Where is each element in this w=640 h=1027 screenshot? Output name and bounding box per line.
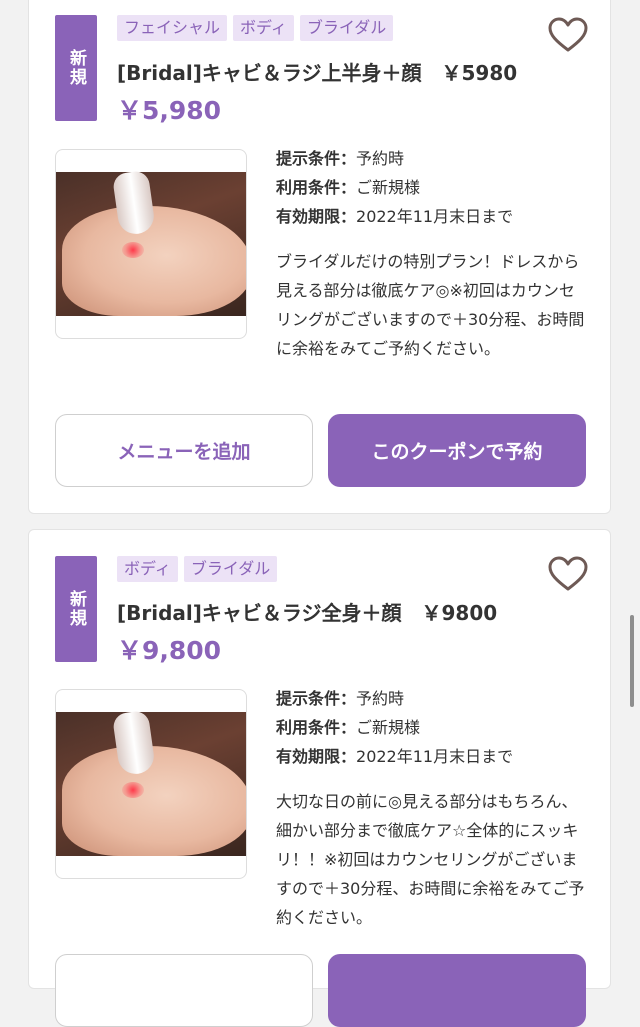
tag-list: ボディ ブライダル: [117, 556, 278, 582]
tag-body: ボディ: [117, 556, 178, 582]
coupon-card: 新規 ボディ ブライダル [Bridal]キャビ＆ラジ全身＋顔 ￥9800 ￥9…: [28, 529, 611, 1027]
new-badge: 新規: [55, 556, 97, 662]
tag-list: フェイシャル ボディ ブライダル: [117, 15, 394, 41]
condition-row: 利用条件：ご新規様: [276, 718, 421, 737]
condition-row: 提示条件：予約時: [276, 149, 405, 168]
tag-facial: フェイシャル: [117, 15, 228, 41]
reserve-coupon-button[interactable]: このクーポンで予約: [328, 414, 586, 487]
coupon-description: ブライダルだけの特別プラン！ドレスから見える部分は徹底ケア◎※初回はカウンセリン…: [276, 252, 585, 358]
add-menu-button[interactable]: [55, 954, 313, 1027]
condition-row: 有効期限：2022年11月末日まで: [276, 207, 514, 226]
condition-row: 有効期限：2022年11月末日まで: [276, 747, 514, 766]
coupon-title: [Bridal]キャビ＆ラジ全身＋顔 ￥9800: [117, 601, 498, 625]
tag-body: ボディ: [233, 15, 294, 41]
new-badge: 新規: [55, 15, 97, 121]
photo-background: [56, 709, 246, 856]
coupon-photo: [55, 689, 247, 879]
coupon-photo: [55, 149, 247, 339]
add-menu-button[interactable]: メニューを追加: [55, 414, 313, 487]
photo-light: [122, 242, 144, 258]
tag-bridal: ブライダル: [183, 556, 278, 582]
coupon-price: ￥5,980: [117, 96, 222, 125]
coupon-price: ￥9,800: [117, 636, 222, 665]
coupon-title: [Bridal]キャビ＆ラジ上半身＋顔 ￥5980: [117, 61, 518, 85]
photo-skin: [62, 746, 246, 856]
condition-row: 提示条件：予約時: [276, 689, 405, 708]
coupon-card: 新規 フェイシャル ボディ ブライダル [Bridal]キャビ＆ラジ上半身＋顔 …: [28, 0, 611, 514]
tag-bridal: ブライダル: [299, 15, 394, 41]
coupon-conditions: 提示条件：予約時 利用条件：ご新規様 有効期限：2022年11月末日まで: [276, 144, 513, 231]
coupon-conditions: 提示条件：予約時 利用条件：ご新規様 有効期限：2022年11月末日まで: [276, 684, 513, 771]
coupon-description: 大切な日の前に◎見える部分はもちろん、細かい部分まで徹底ケア☆全体的にスッキリ！…: [276, 792, 585, 927]
heart-icon[interactable]: [548, 556, 588, 592]
condition-row: 利用条件：ご新規様: [276, 178, 421, 197]
photo-background: [56, 169, 246, 316]
photo-skin: [62, 206, 246, 316]
heart-icon[interactable]: [548, 17, 588, 53]
reserve-coupon-button[interactable]: [328, 954, 586, 1027]
scrollbar[interactable]: [630, 615, 634, 707]
photo-light: [122, 782, 144, 798]
